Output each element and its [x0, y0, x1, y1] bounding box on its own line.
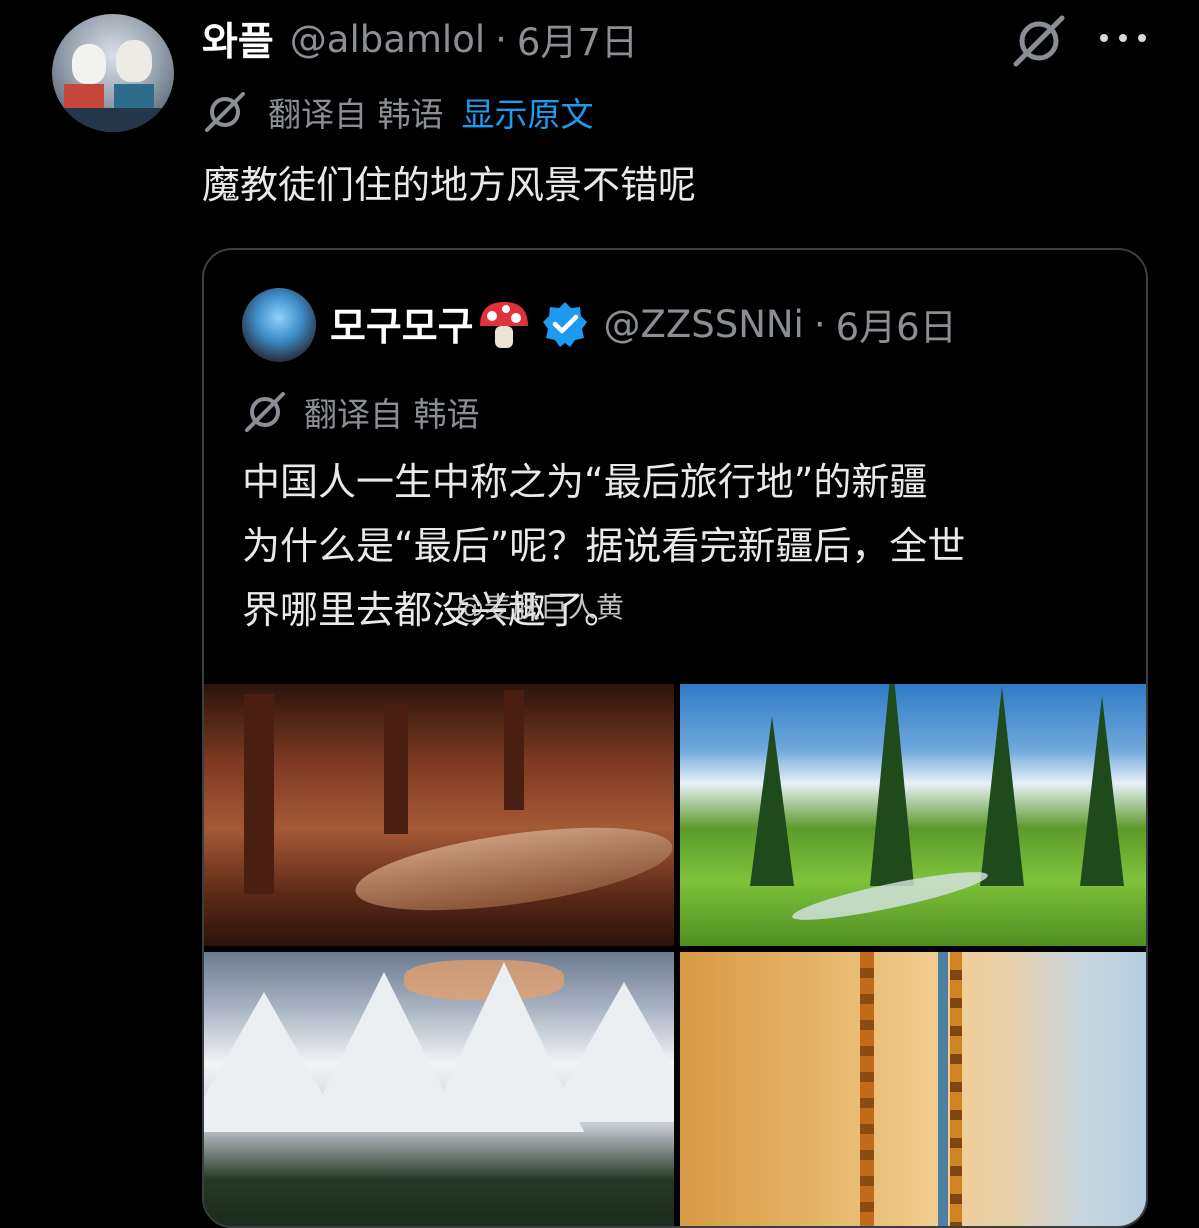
- poplar-row: [950, 952, 962, 1226]
- quoted-translated-from-label: 翻译自 韩语: [304, 395, 480, 434]
- avatar-cup-left: [64, 84, 104, 110]
- translate-icon: [245, 392, 285, 432]
- quoted-text-line: 界哪里去都没兴趣了。: [242, 588, 623, 632]
- verified-badge-icon[interactable]: [540, 299, 590, 349]
- more-dot: [1138, 34, 1146, 42]
- author-handle[interactable]: @albamlol: [290, 18, 485, 61]
- translation-bar: 翻译自 韩语 显示原文: [202, 88, 594, 136]
- mushroom-emoji: [479, 302, 528, 348]
- canyon-spire: [504, 690, 524, 810]
- quoted-date[interactable]: 6月6日: [836, 297, 957, 351]
- canyon-spire: [384, 704, 408, 834]
- quoted-tweet-card[interactable]: 모구모구 @ZZSSNNi · 6月6日 翻译自 韩语 中国人一生中称之为“最后…: [202, 248, 1148, 1228]
- spruce-tree: [980, 686, 1024, 886]
- avatar-dog-left: [72, 44, 106, 84]
- photo-desert-river[interactable]: [680, 952, 1146, 1226]
- more-dot: [1100, 34, 1108, 42]
- avatar-cup-right: [114, 84, 154, 110]
- post-text: 魔教徒们住的地方风景不错呢: [202, 163, 697, 207]
- show-original-link[interactable]: 显示原文: [462, 88, 594, 136]
- grok-icon[interactable]: [1010, 12, 1068, 70]
- snow-peak: [544, 982, 674, 1122]
- quoted-handle[interactable]: @ZZSSNNi: [604, 303, 804, 346]
- spruce-tree: [1080, 696, 1124, 886]
- quoted-text-line: 为什么是“最后”呢？据说看完新疆后，全世: [242, 524, 966, 568]
- photo-red-canyon[interactable]: [204, 684, 674, 946]
- more-options-icon[interactable]: [1100, 24, 1146, 52]
- author-avatar[interactable]: [52, 14, 174, 132]
- quoted-translation-bar: 翻译自 韩语: [242, 388, 480, 436]
- quoted-header: 모구모구 @ZZSSNNi · 6月6日: [330, 294, 957, 354]
- image-watermark: @麦肤巨人黄: [456, 591, 625, 624]
- quoted-text: 中国人一生中称之为“最后旅行地”的新疆 为什么是“最后”呢？据说看完新疆后，全世…: [242, 450, 1122, 642]
- canyon-spire: [244, 694, 274, 894]
- translate-icon: [205, 92, 245, 132]
- more-dot: [1119, 34, 1127, 42]
- quoted-display-name[interactable]: 모구모구: [330, 296, 474, 352]
- post-date[interactable]: 6月7日: [517, 12, 638, 66]
- translated-from-label: 翻译自 韩语: [268, 95, 444, 134]
- avatar-dog-right: [116, 40, 152, 82]
- header-separator: ·: [495, 17, 507, 61]
- quoted-separator: ·: [813, 302, 826, 346]
- post-header: 와플 @albamlol · 6月7日: [202, 11, 638, 67]
- poplar-row: [860, 952, 874, 1226]
- photo-green-meadow[interactable]: [680, 684, 1146, 946]
- quoted-author-avatar[interactable]: [242, 288, 316, 362]
- spruce-tree: [750, 716, 794, 886]
- spruce-tree: [870, 684, 914, 886]
- photo-snow-mountains[interactable]: [204, 952, 674, 1226]
- quoted-text-line: 中国人一生中称之为“最后旅行地”的新疆: [242, 460, 928, 504]
- author-display-name[interactable]: 와플: [202, 11, 274, 67]
- avatar-seat: [52, 108, 174, 132]
- desert-river: [938, 952, 948, 1226]
